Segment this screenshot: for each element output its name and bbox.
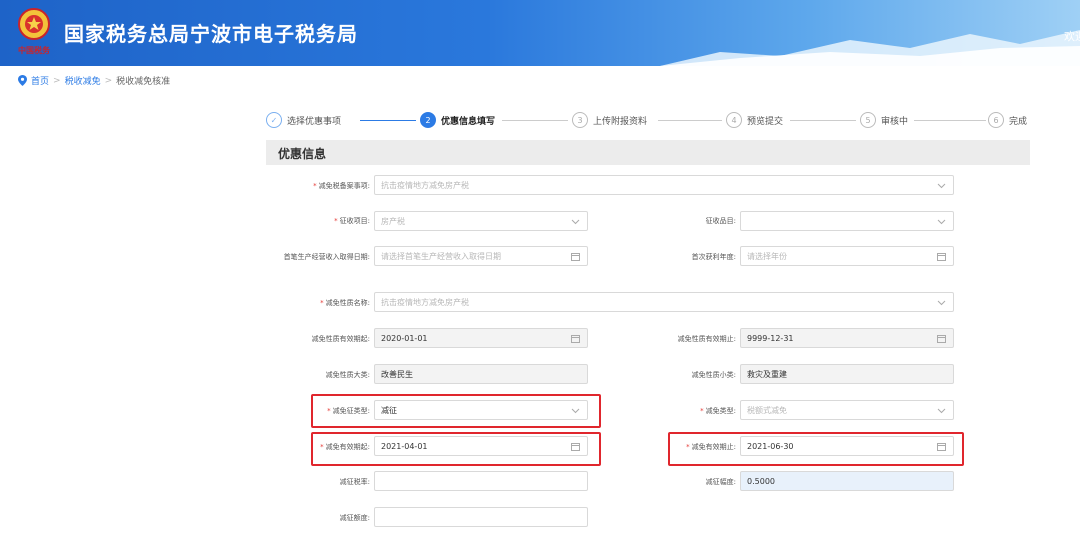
breadcrumb-current: 税收减免核准 [116, 77, 171, 87]
reduction-rate-label: 减征税率: [339, 478, 370, 486]
step-number: 6 [988, 112, 1004, 128]
levy-item-label: * 征收项目: [334, 217, 370, 225]
first-profit-year-picker[interactable]: 请选择年份 [740, 246, 954, 266]
relief-valid-to-picker[interactable]: 2021-06-30 [740, 436, 954, 456]
nature-valid-from-field: 2020-01-01 [374, 328, 588, 348]
location-pin-icon [18, 75, 27, 86]
check-icon: ✓ [266, 112, 282, 128]
step-label: 预览提交 [747, 116, 784, 127]
chevron-down-icon [571, 219, 580, 225]
nature-valid-to-field: 9999-12-31 [740, 328, 954, 348]
nature-valid-to-label: 减免性质有效期止: [677, 335, 736, 343]
chevron-down-icon [937, 183, 946, 189]
filing-item-label: * 减免税备案事项: [313, 182, 370, 190]
first-profit-year-label: 首次获利年度: [691, 253, 736, 261]
section-header: 优惠信息 [266, 140, 1030, 165]
reduction-amount-label: 减征额度: [339, 514, 370, 522]
chevron-down-icon [937, 219, 946, 225]
nature-minor-class-field: 救灾及重建 [740, 364, 954, 384]
reduction-range-value: 0.5000 [747, 476, 775, 486]
step-number: 3 [572, 112, 588, 128]
nature-major-class-value: 改善民生 [381, 369, 413, 379]
calendar-icon [937, 253, 946, 261]
site-header: 中国税务 国家税务总局宁波市电子税务局 欢迎 [0, 0, 1080, 66]
relief-nature-name-select[interactable]: 抗击疫情地方减免房产税 [374, 292, 954, 312]
relief-type-label: * 减免类型: [700, 407, 736, 415]
relief-levy-type-value: 减征 [381, 405, 397, 415]
first-income-date-picker[interactable]: 请选择首笔生产经营收入取得日期 [374, 246, 588, 266]
step-connector [502, 120, 568, 121]
nature-valid-from-value: 2020-01-01 [381, 333, 428, 343]
nature-major-class-label: 减免性质大类: [325, 371, 370, 379]
relief-levy-type-select[interactable]: 减征 [374, 400, 588, 420]
calendar-icon [937, 443, 946, 451]
first-income-date-label: 首笔生产经营收入取得日期: [283, 253, 370, 261]
breadcrumb: 首页 > 税收减免 > 税收减免核准 [18, 74, 170, 87]
filing-item-select[interactable]: 抗击疫情地方减免房产税 [374, 175, 954, 195]
levy-category-select[interactable] [740, 211, 954, 231]
relief-valid-to-label: * 减免有效期止: [686, 443, 736, 451]
section-title: 优惠信息 [278, 147, 327, 161]
site-title: 国家税务总局宁波市电子税务局 [64, 22, 358, 46]
relief-type-placeholder: 税额式减免 [747, 405, 787, 415]
calendar-icon [571, 253, 580, 261]
calendar-icon [571, 335, 580, 343]
nature-valid-from-label: 减免性质有效期起: [311, 335, 370, 343]
reduction-amount-input[interactable] [374, 507, 588, 527]
levy-item-select[interactable]: 房产税 [374, 211, 588, 231]
first-income-date-placeholder: 请选择首笔生产经营收入取得日期 [381, 251, 501, 261]
relief-nature-name-placeholder: 抗击疫情地方减免房产税 [381, 297, 469, 307]
relief-valid-from-value: 2021-04-01 [381, 441, 428, 451]
step-label: 审核中 [881, 116, 909, 127]
step-label: 上传附报资料 [593, 116, 648, 127]
reduction-range-label: 减征幅度: [705, 478, 736, 486]
welcome-text: 欢迎 [1064, 30, 1080, 43]
mountain-illustration [660, 30, 1080, 66]
chevron-down-icon [937, 300, 946, 306]
step-number: 4 [726, 112, 742, 128]
step-connector [790, 120, 856, 121]
step-label: 选择优惠事项 [287, 116, 342, 127]
breadcrumb-separator: > [53, 75, 61, 86]
step-label: 优惠信息填写 [441, 116, 496, 127]
step-connector [914, 120, 986, 121]
step-6: 6 完成 [988, 112, 1027, 128]
first-profit-year-placeholder: 请选择年份 [747, 251, 787, 261]
nature-minor-class-label: 减免性质小类: [691, 371, 736, 379]
step-label: 完成 [1009, 116, 1028, 127]
relief-nature-name-label: * 减免性质名称: [320, 299, 370, 307]
tax-emblem-icon: 中国税务 [18, 8, 51, 55]
levy-category-label: 征收品目: [705, 217, 736, 225]
filing-item-placeholder: 抗击疫情地方减免房产税 [381, 180, 469, 190]
step-3: 3 上传附报资料 [572, 112, 647, 128]
step-number: 2 [420, 112, 436, 128]
calendar-icon [937, 335, 946, 343]
chevron-down-icon [571, 408, 580, 414]
chevron-down-icon [937, 408, 946, 414]
svg-text:中国税务: 中国税务 [18, 45, 51, 55]
reduction-range-input[interactable]: 0.5000 [740, 471, 954, 491]
step-2: 2 优惠信息填写 [420, 112, 495, 128]
nature-major-class-field: 改善民生 [374, 364, 588, 384]
step-4: 4 预览提交 [726, 112, 783, 128]
relief-valid-to-value: 2021-06-30 [747, 441, 794, 451]
step-1: ✓ 选择优惠事项 [266, 112, 341, 128]
step-connector [658, 120, 722, 121]
relief-valid-from-label: * 减免有效期起: [320, 443, 370, 451]
breadcrumb-home[interactable]: 首页 [31, 74, 49, 87]
progress-steps: ✓ 选择优惠事项 2 优惠信息填写 3 上传附报资料 4 预览提交 5 审核中 … [266, 112, 1036, 132]
relief-levy-type-label: * 减免征类型: [327, 407, 370, 415]
nature-minor-class-value: 救灾及重建 [747, 369, 787, 379]
step-5: 5 审核中 [860, 112, 908, 128]
reduction-rate-input[interactable] [374, 471, 588, 491]
breadcrumb-tax-relief[interactable]: 税收减免 [65, 74, 101, 87]
breadcrumb-separator: > [104, 75, 113, 86]
relief-valid-from-picker[interactable]: 2021-04-01 [374, 436, 588, 456]
calendar-icon [571, 443, 580, 451]
levy-item-placeholder: 房产税 [381, 216, 405, 226]
step-number: 5 [860, 112, 876, 128]
nature-valid-to-value: 9999-12-31 [747, 333, 794, 343]
relief-type-select[interactable]: 税额式减免 [740, 400, 954, 420]
step-connector [360, 120, 416, 121]
